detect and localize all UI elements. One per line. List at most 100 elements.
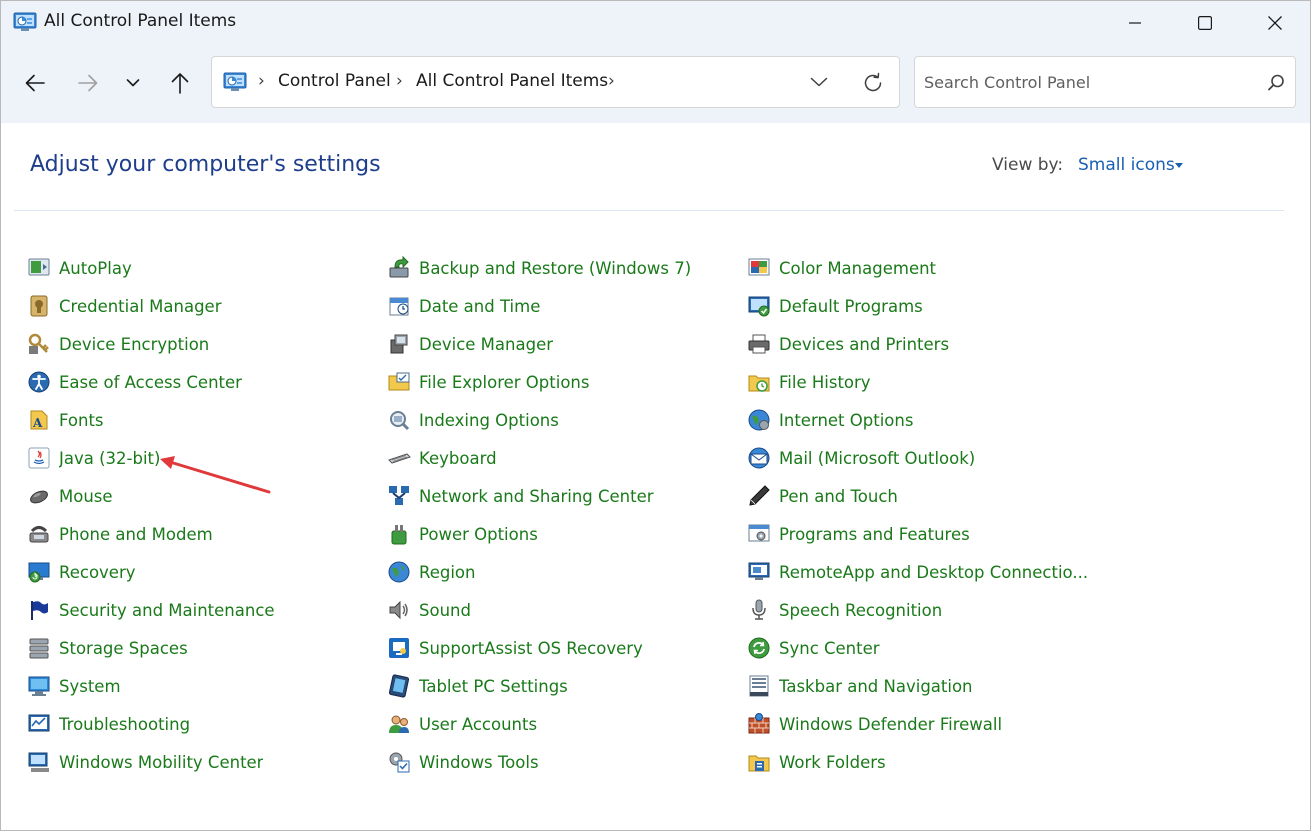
item-label[interactable]: Network and Sharing Center	[419, 487, 654, 506]
control-panel-item-color-management[interactable]: Color Management	[747, 249, 1107, 287]
breadcrumb-chevron-icon[interactable]: ›	[396, 71, 403, 91]
search-input[interactable]	[924, 69, 1254, 95]
control-panel-item-file-history[interactable]: File History	[747, 363, 1107, 401]
control-panel-item-remoteapp-and-desktop-connectio[interactable]: RemoteApp and Desktop Connectio...	[747, 553, 1107, 591]
item-label[interactable]: Pen and Touch	[779, 487, 898, 506]
item-label[interactable]: Windows Mobility Center	[59, 753, 263, 772]
item-label[interactable]: Speech Recognition	[779, 601, 942, 620]
item-label[interactable]: Date and Time	[419, 297, 540, 316]
control-panel-item-security-and-maintenance[interactable]: Security and Maintenance	[27, 591, 387, 629]
item-label[interactable]: Device Encryption	[59, 335, 209, 354]
item-label[interactable]: Internet Options	[779, 411, 913, 430]
control-panel-item-troubleshooting[interactable]: Troubleshooting	[27, 705, 387, 743]
control-panel-item-devices-and-printers[interactable]: Devices and Printers	[747, 325, 1107, 363]
item-label[interactable]: Backup and Restore (Windows 7)	[419, 259, 691, 278]
control-panel-item-fonts[interactable]: A Fonts	[27, 401, 387, 439]
maximize-button[interactable]	[1170, 1, 1240, 45]
item-label[interactable]: Work Folders	[779, 753, 886, 772]
item-label[interactable]: Windows Tools	[419, 753, 539, 772]
control-panel-item-network-and-sharing-center[interactable]: Network and Sharing Center	[387, 477, 747, 515]
item-label[interactable]: Mail (Microsoft Outlook)	[779, 449, 975, 468]
control-panel-item-device-encryption[interactable]: Device Encryption	[27, 325, 387, 363]
item-label[interactable]: File History	[779, 373, 871, 392]
item-label[interactable]: Ease of Access Center	[59, 373, 242, 392]
control-panel-item-programs-and-features[interactable]: Programs and Features	[747, 515, 1107, 553]
up-button[interactable]	[160, 65, 200, 101]
control-panel-item-region[interactable]: Region	[387, 553, 747, 591]
control-panel-item-user-accounts[interactable]: User Accounts	[387, 705, 747, 743]
forward-button[interactable]	[68, 65, 108, 101]
control-panel-item-indexing-options[interactable]: Indexing Options	[387, 401, 747, 439]
control-panel-item-tablet-pc-settings[interactable]: Tablet PC Settings	[387, 667, 747, 705]
breadcrumb-control-panel[interactable]: Control Panel	[278, 71, 391, 91]
item-label[interactable]: Keyboard	[419, 449, 497, 468]
item-label[interactable]: Taskbar and Navigation	[779, 677, 973, 696]
control-panel-item-credential-manager[interactable]: Credential Manager	[27, 287, 387, 325]
control-panel-item-storage-spaces[interactable]: Storage Spaces	[27, 629, 387, 667]
breadcrumb-all-items[interactable]: All Control Panel Items	[416, 71, 608, 91]
control-panel-item-mail-microsoft-outlook[interactable]: Mail (Microsoft Outlook)	[747, 439, 1107, 477]
item-label[interactable]: Sound	[419, 601, 471, 620]
control-panel-item-file-explorer-options[interactable]: File Explorer Options	[387, 363, 747, 401]
item-label[interactable]: Recovery	[59, 563, 136, 582]
control-panel-item-system[interactable]: System	[27, 667, 387, 705]
item-label[interactable]: Sync Center	[779, 639, 880, 658]
item-label[interactable]: Tablet PC Settings	[419, 677, 568, 696]
item-label[interactable]: RemoteApp and Desktop Connectio...	[779, 563, 1088, 582]
item-label[interactable]: Troubleshooting	[59, 715, 190, 734]
item-label[interactable]: Indexing Options	[419, 411, 559, 430]
item-label[interactable]: System	[59, 677, 121, 696]
recent-locations-button[interactable]	[113, 65, 153, 101]
control-panel-item-ease-of-access-center[interactable]: Ease of Access Center	[27, 363, 387, 401]
item-label[interactable]: Java (32-bit)	[59, 449, 160, 468]
control-panel-item-pen-and-touch[interactable]: Pen and Touch	[747, 477, 1107, 515]
minimize-button[interactable]	[1100, 1, 1170, 45]
control-panel-item-speech-recognition[interactable]: Speech Recognition	[747, 591, 1107, 629]
close-button[interactable]	[1240, 1, 1310, 45]
control-panel-item-recovery[interactable]: Recovery	[27, 553, 387, 591]
breadcrumb-chevron-icon[interactable]: ›	[258, 71, 265, 91]
item-label[interactable]: Mouse	[59, 487, 113, 506]
item-label[interactable]: File Explorer Options	[419, 373, 589, 392]
item-label[interactable]: User Accounts	[419, 715, 537, 734]
refresh-button[interactable]	[860, 70, 886, 96]
item-label[interactable]: Windows Defender Firewall	[779, 715, 1002, 734]
control-panel-item-supportassist-os-recovery[interactable]: SupportAssist OS Recovery	[387, 629, 747, 667]
item-label[interactable]: Fonts	[59, 411, 104, 430]
item-label[interactable]: AutoPlay	[59, 259, 132, 278]
item-label[interactable]: Devices and Printers	[779, 335, 949, 354]
item-label[interactable]: Storage Spaces	[59, 639, 188, 658]
control-panel-item-windows-defender-firewall[interactable]: Windows Defender Firewall	[747, 705, 1107, 743]
item-label[interactable]: Power Options	[419, 525, 538, 544]
item-label[interactable]: Security and Maintenance	[59, 601, 275, 620]
control-panel-item-java-32-bit[interactable]: Java (32-bit)	[27, 439, 387, 477]
item-label[interactable]: Programs and Features	[779, 525, 970, 544]
search-icon[interactable]	[1265, 72, 1287, 94]
item-label[interactable]: Default Programs	[779, 297, 923, 316]
item-label[interactable]: Phone and Modem	[59, 525, 213, 544]
item-label[interactable]: Region	[419, 563, 476, 582]
control-panel-item-sync-center[interactable]: Sync Center	[747, 629, 1107, 667]
control-panel-item-phone-and-modem[interactable]: Phone and Modem	[27, 515, 387, 553]
back-button[interactable]	[15, 65, 55, 101]
control-panel-item-keyboard[interactable]: Keyboard	[387, 439, 747, 477]
control-panel-item-date-and-time[interactable]: Date and Time	[387, 287, 747, 325]
control-panel-item-windows-tools[interactable]: Windows Tools	[387, 743, 747, 781]
control-panel-item-work-folders[interactable]: Work Folders	[747, 743, 1107, 781]
address-bar[interactable]: › Control Panel › All Control Panel Item…	[211, 56, 900, 108]
control-panel-item-autoplay[interactable]: AutoPlay	[27, 249, 387, 287]
breadcrumb-chevron-icon[interactable]: ›	[608, 71, 615, 91]
control-panel-item-windows-mobility-center[interactable]: Windows Mobility Center	[27, 743, 387, 781]
item-label[interactable]: Device Manager	[419, 335, 553, 354]
control-panel-item-backup-and-restore-windows-7[interactable]: Backup and Restore (Windows 7)	[387, 249, 747, 287]
item-label[interactable]: Credential Manager	[59, 297, 222, 316]
control-panel-item-taskbar-and-navigation[interactable]: Taskbar and Navigation	[747, 667, 1107, 705]
dropdown-caret-icon[interactable]	[1175, 163, 1183, 168]
control-panel-item-device-manager[interactable]: Device Manager	[387, 325, 747, 363]
control-panel-item-mouse[interactable]: Mouse	[27, 477, 387, 515]
control-panel-item-sound[interactable]: Sound	[387, 591, 747, 629]
search-box[interactable]	[914, 56, 1296, 108]
control-panel-item-power-options[interactable]: Power Options	[387, 515, 747, 553]
view-by-dropdown[interactable]: Small icons	[1078, 155, 1175, 175]
item-label[interactable]: SupportAssist OS Recovery	[419, 639, 643, 658]
